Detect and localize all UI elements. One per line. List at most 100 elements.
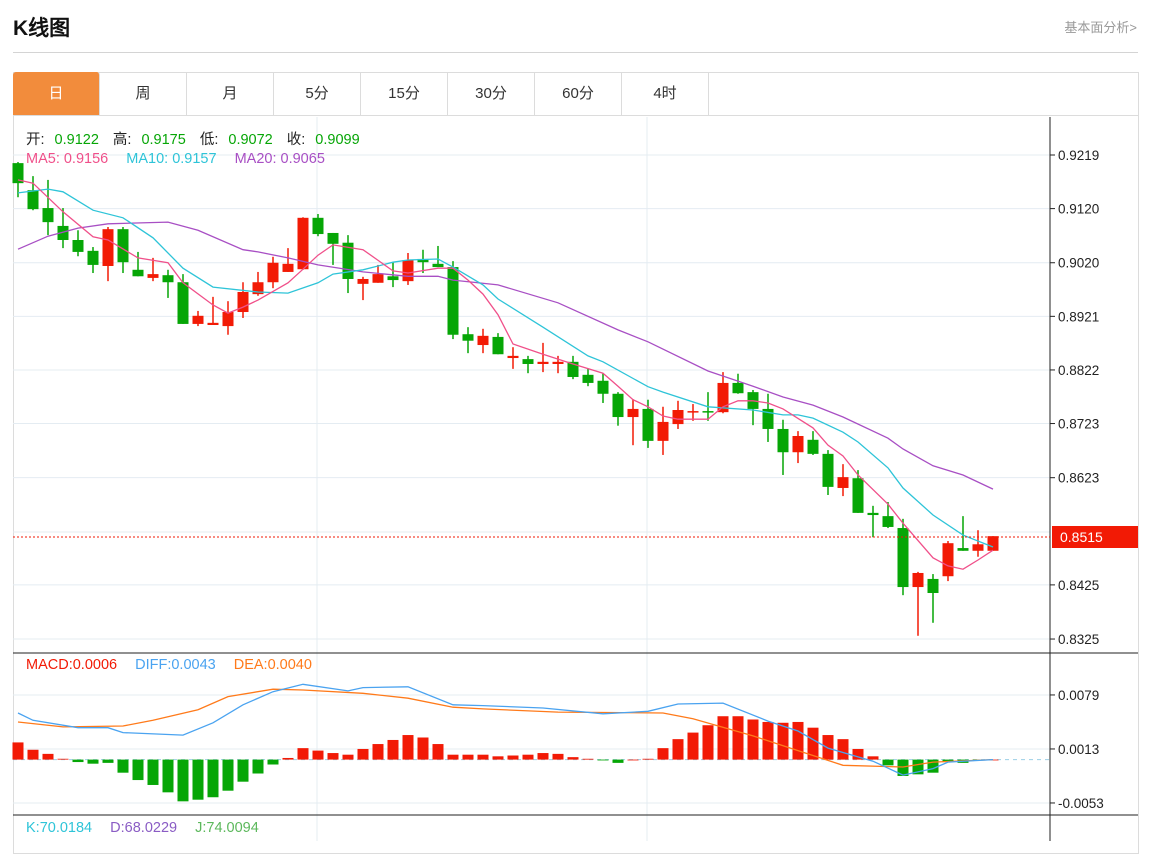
macd-bar bbox=[687, 732, 699, 760]
macd-bar bbox=[657, 748, 669, 760]
j-value: J:74.0094 bbox=[195, 820, 259, 836]
candle-down bbox=[927, 574, 939, 623]
macd-bar bbox=[57, 758, 69, 760]
candle-body bbox=[42, 208, 54, 223]
candle-body bbox=[627, 408, 639, 418]
candle-body bbox=[462, 334, 474, 341]
macd-bar bbox=[627, 759, 639, 761]
axis-labels: 0.9219 0.9120 0.9020 0.8921 0.8822 0.8723 0.86… bbox=[1050, 148, 1104, 811]
price-tick-label: 0.9020 bbox=[1058, 256, 1099, 271]
candlesticks bbox=[12, 162, 999, 636]
ohlc-legend: 开: 0.9122 高: 0.9175 低: 0.9072 收: 0.9099 bbox=[26, 128, 370, 149]
candle-up bbox=[942, 541, 954, 582]
candle-down bbox=[597, 373, 609, 403]
macd-bar bbox=[342, 754, 354, 760]
candle-up bbox=[222, 301, 234, 335]
macd-bar bbox=[42, 753, 54, 760]
candle-body bbox=[552, 361, 564, 364]
candle-body bbox=[522, 359, 534, 364]
candle-down bbox=[732, 373, 744, 394]
candle-body bbox=[687, 411, 699, 413]
candle-body bbox=[822, 453, 834, 487]
macd-bar bbox=[237, 759, 249, 782]
macd-bar bbox=[27, 749, 39, 760]
macd-bar bbox=[177, 759, 189, 802]
close-label: 收: bbox=[286, 132, 306, 148]
candle-body bbox=[177, 282, 189, 324]
candle-down bbox=[162, 269, 174, 298]
candle-up bbox=[687, 404, 699, 421]
candle-body bbox=[372, 274, 384, 283]
candle-up bbox=[627, 399, 639, 446]
price-tick-label: 0.8325 bbox=[1058, 632, 1099, 647]
k-value: K:70.0184 bbox=[26, 820, 93, 836]
macd-histogram bbox=[12, 716, 999, 802]
candle-down bbox=[72, 230, 84, 257]
candle-body bbox=[597, 380, 609, 394]
candle-down bbox=[447, 261, 459, 340]
candle-up bbox=[207, 296, 219, 326]
price-tick-label: 0.9120 bbox=[1058, 202, 1099, 217]
close-value: 0.9099 bbox=[315, 132, 360, 148]
macd-bar bbox=[567, 757, 579, 760]
candle-body bbox=[492, 336, 504, 355]
candle-body bbox=[792, 435, 804, 453]
candle-up bbox=[507, 347, 519, 369]
candle-down bbox=[177, 274, 189, 324]
macd-bar bbox=[867, 756, 879, 760]
macd-bar bbox=[72, 759, 84, 763]
candle-body bbox=[942, 543, 954, 577]
candle-down bbox=[57, 208, 69, 249]
candle-down bbox=[567, 355, 579, 380]
candle-up bbox=[837, 464, 849, 497]
macd-bar bbox=[147, 759, 159, 785]
macd-bar bbox=[252, 759, 264, 774]
candle-up bbox=[477, 328, 489, 354]
candle-body bbox=[432, 263, 444, 268]
macd-bar bbox=[792, 721, 804, 760]
macd-bar bbox=[552, 753, 564, 760]
candle-up bbox=[102, 227, 114, 282]
macd-bar bbox=[87, 759, 99, 764]
low-label: 低: bbox=[199, 132, 219, 148]
candle-body bbox=[447, 267, 459, 335]
candle-down bbox=[612, 392, 624, 426]
open-value: 0.9122 bbox=[54, 132, 99, 148]
candle-body bbox=[807, 439, 819, 454]
macd-bar bbox=[597, 759, 609, 761]
macd-bar bbox=[837, 739, 849, 760]
candle-down bbox=[117, 227, 129, 274]
candle-body bbox=[282, 263, 294, 272]
macd-bar bbox=[612, 759, 624, 763]
candle-down bbox=[882, 502, 894, 529]
macd-bar bbox=[582, 758, 594, 760]
candle-body bbox=[87, 250, 99, 265]
candle-body bbox=[222, 312, 234, 327]
macd-bar bbox=[12, 742, 24, 760]
candle-body bbox=[387, 276, 399, 281]
kdj-legend: K:70.0184 D:68.0229 J:74.0094 bbox=[26, 820, 269, 836]
macd-tick-label: 0.0079 bbox=[1058, 688, 1099, 703]
candle-body bbox=[162, 275, 174, 283]
candle-body bbox=[912, 572, 924, 588]
macd-tick-label: 0.0013 bbox=[1058, 742, 1099, 757]
candle-body bbox=[507, 355, 519, 359]
candle-body bbox=[357, 278, 369, 284]
candle-down bbox=[777, 419, 789, 475]
candle-up bbox=[267, 256, 279, 289]
macd-bar bbox=[357, 748, 369, 760]
kline-chart[interactable]: 0.8515 0.9219 0.9120 0.9020 0.8921 0.8822 0.8… bbox=[0, 0, 1155, 841]
macd-bar bbox=[312, 750, 324, 760]
diff-value: DIFF:0.0043 bbox=[135, 657, 216, 673]
high-label: 高: bbox=[112, 132, 132, 148]
grid-lines bbox=[13, 117, 1050, 841]
macd-bar bbox=[282, 757, 294, 760]
macd-tick-label: -0.0053 bbox=[1058, 796, 1104, 811]
macd-bar bbox=[477, 754, 489, 760]
candle-body bbox=[147, 274, 159, 278]
macd-bar bbox=[702, 725, 714, 760]
candle-body bbox=[207, 322, 219, 326]
candle-body bbox=[657, 421, 669, 441]
low-value: 0.9072 bbox=[228, 132, 273, 148]
candle-up bbox=[972, 530, 984, 557]
